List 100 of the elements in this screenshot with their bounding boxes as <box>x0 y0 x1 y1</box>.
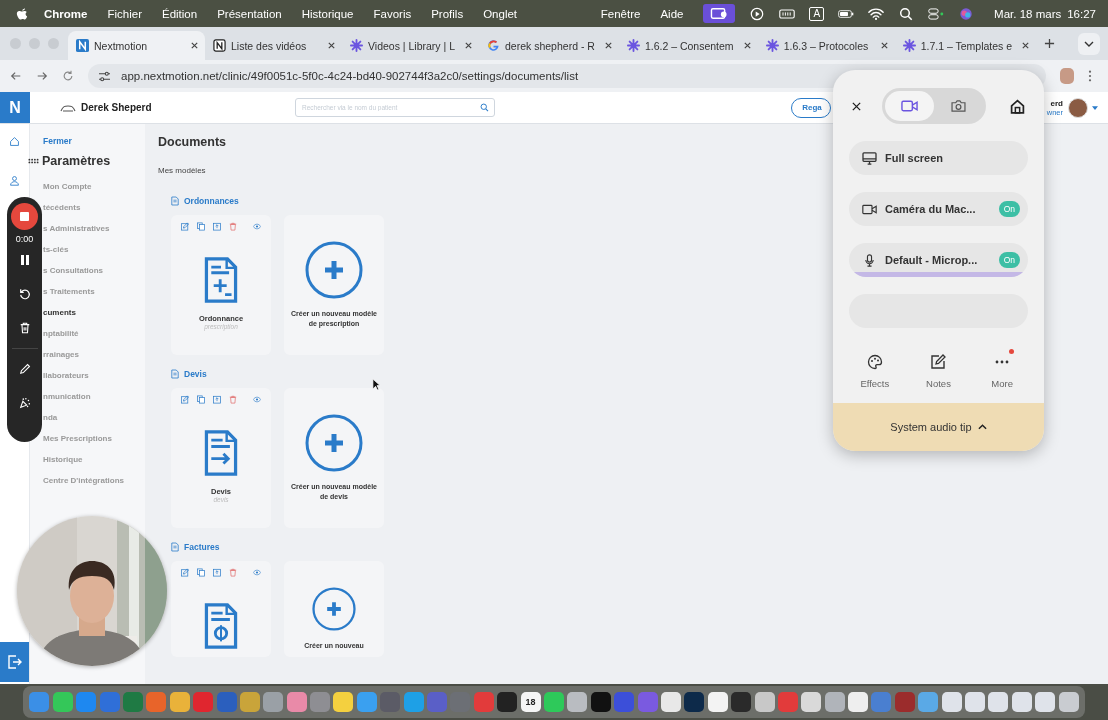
sparkle-icon[interactable] <box>18 397 31 409</box>
template-card[interactable] <box>171 561 271 657</box>
menu-item[interactable]: Fenêtre <box>600 7 641 20</box>
source-row[interactable]: Full screen <box>849 141 1028 175</box>
clock-date[interactable]: Mar. 18 mars <box>994 7 1062 20</box>
menu-item[interactable]: Onglet <box>483 7 518 20</box>
app-icon[interactable] <box>286 692 307 712</box>
browser-tab[interactable]: 1.7.1 – Templates e <box>894 31 1037 60</box>
edit-icon[interactable] <box>181 567 189 577</box>
app-icon[interactable] <box>918 692 939 712</box>
app-icon[interactable] <box>1011 692 1032 712</box>
export-icon[interactable] <box>213 221 221 231</box>
apple-icon[interactable] <box>16 6 28 21</box>
menu-item[interactable]: Chrome <box>44 7 88 20</box>
menu-item[interactable]: Favoris <box>373 7 412 20</box>
logout-button[interactable] <box>0 642 29 682</box>
menu-item[interactable]: Historique <box>301 7 354 20</box>
app-icon[interactable] <box>239 692 260 712</box>
forward-icon[interactable] <box>36 70 48 82</box>
close-icon[interactable] <box>190 41 199 50</box>
app-icon[interactable] <box>660 692 681 712</box>
app-icon[interactable] <box>988 692 1009 712</box>
copy-icon[interactable] <box>197 567 205 577</box>
menu-item[interactable]: Aide <box>660 7 684 20</box>
app-icon[interactable] <box>848 692 869 712</box>
screen-recording-icon[interactable] <box>703 4 736 23</box>
menu-item[interactable]: Édition <box>161 7 198 20</box>
search-icon[interactable] <box>898 6 915 21</box>
browser-tab[interactable]: derek shepherd - R <box>479 31 619 60</box>
keyboard-icon[interactable] <box>779 6 796 21</box>
eye-icon[interactable] <box>253 567 261 577</box>
copy-icon[interactable] <box>197 221 205 231</box>
new-tab-icon[interactable] <box>1044 38 1056 49</box>
eye-icon[interactable] <box>253 221 261 231</box>
grip-icon[interactable] <box>28 158 39 164</box>
play-icon[interactable] <box>749 6 766 21</box>
header-button[interactable]: Rega <box>791 97 831 118</box>
menu-item[interactable]: Profils <box>431 7 464 20</box>
app-logo[interactable]: N <box>0 92 30 123</box>
browser-tab[interactable]: Nextmotion <box>68 31 205 60</box>
app-icon[interactable] <box>1058 692 1079 712</box>
panel-action[interactable]: Notes <box>913 348 964 389</box>
close-icon[interactable] <box>851 100 862 112</box>
app-icon[interactable] <box>333 692 354 712</box>
profile-avatar[interactable] <box>1060 68 1074 84</box>
app-icon[interactable] <box>754 692 775 712</box>
app-icon[interactable] <box>567 692 588 712</box>
browser-tab[interactable]: Videos | Library | L <box>342 31 479 60</box>
app-icon[interactable] <box>497 692 518 712</box>
source-row[interactable]: Caméra du Mac... On <box>849 192 1028 226</box>
app-icon[interactable] <box>544 692 564 712</box>
close-link[interactable]: Fermer <box>43 136 72 147</box>
edit-icon[interactable] <box>181 221 189 231</box>
edit-icon[interactable] <box>181 394 189 404</box>
export-icon[interactable] <box>213 567 221 577</box>
siri-icon[interactable] <box>958 6 975 21</box>
app-icon[interactable] <box>263 692 284 712</box>
video-mode-button[interactable] <box>885 91 934 121</box>
close-icon[interactable] <box>742 41 752 50</box>
tab-search-button[interactable] <box>1078 32 1100 55</box>
more-vertical-icon[interactable] <box>1088 70 1092 82</box>
caret-icon[interactable] <box>1092 105 1098 110</box>
back-icon[interactable] <box>10 70 22 82</box>
sidebar-item[interactable]: cuments <box>43 306 76 327</box>
stop-button[interactable] <box>11 203 38 230</box>
app-icon[interactable] <box>169 692 190 712</box>
app-icon[interactable] <box>965 692 986 712</box>
app-icon[interactable] <box>801 692 822 712</box>
menu-item[interactable]: Présentation <box>217 7 282 20</box>
close-icon[interactable] <box>1021 41 1031 50</box>
home-icon[interactable] <box>1010 98 1025 114</box>
clock-time[interactable]: 16:27 <box>1067 7 1096 20</box>
panel-action[interactable]: More <box>977 348 1028 389</box>
close-icon[interactable] <box>603 41 613 50</box>
close-icon[interactable] <box>464 41 473 50</box>
browser-tab[interactable]: 1.6.2 – Consentem <box>618 31 758 60</box>
close-icon[interactable] <box>879 41 889 50</box>
app-icon[interactable]: 18 <box>520 692 541 712</box>
pencil-icon[interactable] <box>18 363 31 375</box>
menu-item[interactable]: Fichier <box>107 7 142 20</box>
export-icon[interactable] <box>213 394 221 404</box>
eye-icon[interactable] <box>253 394 261 404</box>
browser-tab[interactable]: 1.6.3 – Protocoles <box>757 31 895 60</box>
wifi-icon[interactable] <box>868 6 885 21</box>
app-icon[interactable] <box>52 692 73 712</box>
app-icon[interactable] <box>707 692 728 712</box>
pause-icon[interactable] <box>18 254 31 266</box>
browser-tab[interactable]: Liste des vidéos <box>205 31 342 60</box>
control-center-icon[interactable] <box>928 6 945 21</box>
site-settings-icon[interactable] <box>98 70 111 82</box>
input-source[interactable]: A <box>809 6 825 21</box>
search-icon[interactable] <box>480 103 489 112</box>
app-icon[interactable] <box>941 692 962 712</box>
close-icon[interactable] <box>327 41 336 50</box>
panel-action[interactable]: Effects <box>849 348 900 389</box>
system-audio-tip[interactable]: System audio tip <box>833 403 1044 451</box>
restart-icon[interactable] <box>18 288 31 300</box>
app-icon[interactable] <box>1035 692 1056 712</box>
user-avatar[interactable] <box>1068 97 1088 118</box>
source-row[interactable]: Default - Microp... On <box>849 243 1028 277</box>
